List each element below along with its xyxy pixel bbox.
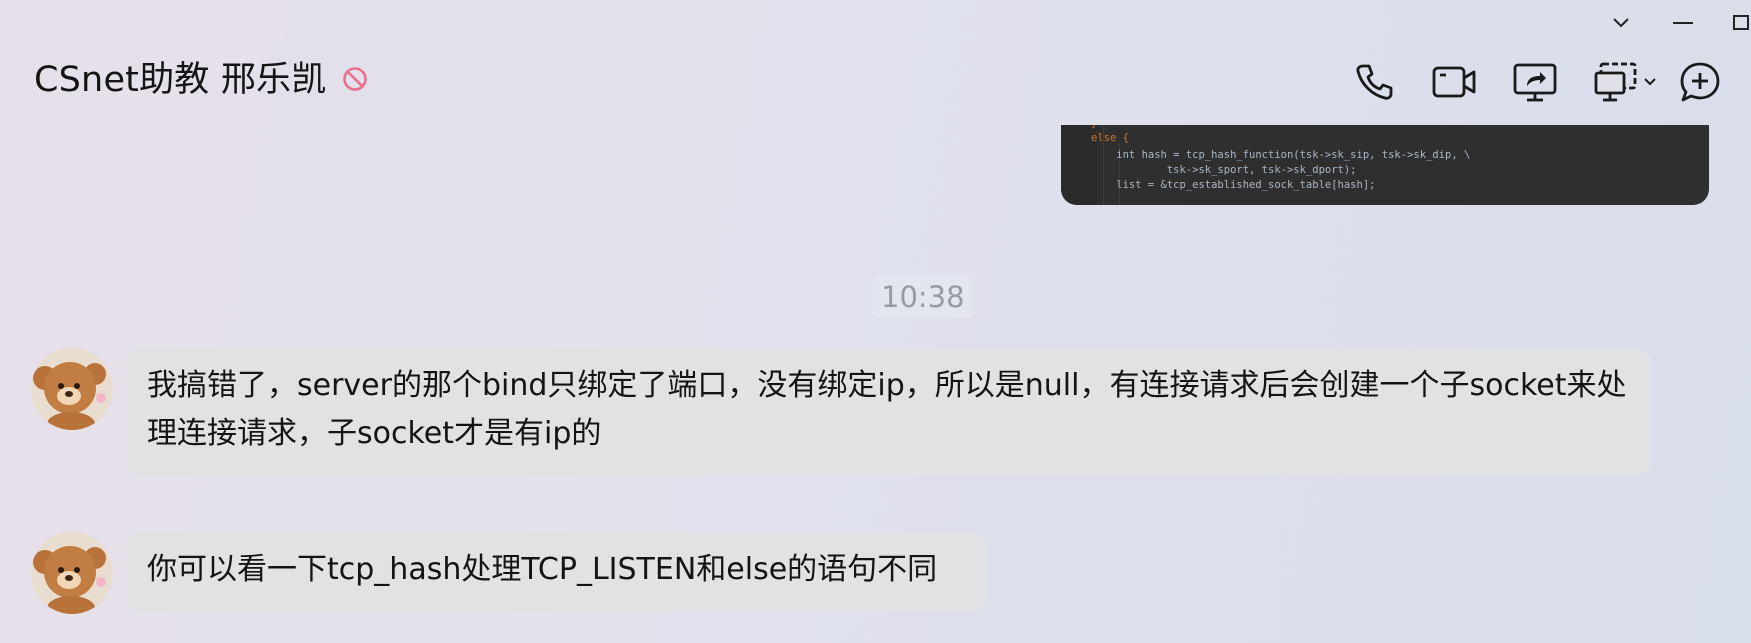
- chevron-down-icon: [1644, 78, 1656, 86]
- chat-title: CSnet助教 邢乐凯: [34, 60, 327, 100]
- voice-call-button[interactable]: [1348, 56, 1400, 108]
- maximize-icon: [1733, 15, 1749, 30]
- add-chat-icon: [1680, 62, 1720, 102]
- maximize-button[interactable]: [1720, 8, 1751, 38]
- phone-icon: [1356, 64, 1393, 100]
- screen-share-icon: [1513, 63, 1557, 102]
- message-bubble[interactable]: 我搞错了，server的那个bind只绑定了端口，没有绑定ip，所以是null，…: [127, 348, 1651, 476]
- code-line: else {: [1091, 132, 1129, 144]
- message-bubble[interactable]: 你可以看一下tcp_hash处理TCP_LISTEN和else的语句不同: [127, 532, 987, 612]
- video-call-button[interactable]: [1428, 56, 1480, 108]
- screen-share-button[interactable]: [1509, 56, 1561, 108]
- code-line: tsk->sk_sport, tsk->sk_dport);: [1091, 164, 1357, 176]
- chevron-down-icon: [1613, 18, 1629, 28]
- collapse-button[interactable]: [1601, 8, 1641, 38]
- avatar[interactable]: [31, 348, 113, 430]
- message-text: 我搞错了，server的那个bind只绑定了端口，没有绑定ip，所以是null，…: [147, 368, 1627, 451]
- minimize-button[interactable]: [1663, 8, 1703, 38]
- remote-assist-icon: [1594, 62, 1637, 102]
- remote-assist-button[interactable]: [1590, 56, 1660, 108]
- message-timestamp: 10:38: [873, 276, 973, 318]
- code-image-message[interactable]: } else { int hash = tcp_hash_function(ts…: [1061, 125, 1709, 205]
- avatar[interactable]: [31, 532, 113, 614]
- bear-avatar-icon: [31, 532, 113, 614]
- add-member-button[interactable]: [1674, 56, 1726, 108]
- code-line: list = &tcp_established_sock_table[hash]…: [1091, 179, 1376, 191]
- minimize-icon: [1673, 22, 1693, 24]
- code-line: int hash = tcp_hash_function(tsk->sk_sip…: [1091, 149, 1471, 161]
- do-not-disturb-icon: [342, 66, 368, 96]
- message-text: 你可以看一下tcp_hash处理TCP_LISTEN和else的语句不同: [147, 552, 938, 587]
- bear-avatar-icon: [31, 348, 113, 430]
- video-camera-icon: [1432, 66, 1476, 98]
